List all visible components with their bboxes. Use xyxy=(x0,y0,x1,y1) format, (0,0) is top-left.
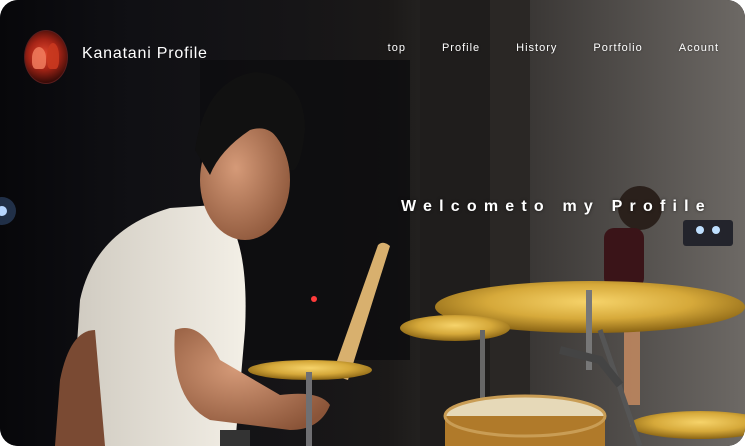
nav-item-profile[interactable]: Profile xyxy=(442,42,480,54)
site-title[interactable]: Kanatani Profile xyxy=(82,45,208,63)
logo-figure-right xyxy=(47,43,59,69)
nav-item-top[interactable]: top xyxy=(388,42,406,54)
hero-headline: Welcometo my Profile xyxy=(401,198,712,215)
nav-item-portfolio[interactable]: Portfolio xyxy=(593,42,642,54)
main-nav: top Profile History Portfolio Acount xyxy=(388,42,719,54)
logo-figure-left xyxy=(32,47,46,69)
page: Kanatani Profile top Profile History Por… xyxy=(0,0,745,446)
site-logo[interactable] xyxy=(24,30,68,84)
nav-item-account[interactable]: Acount xyxy=(679,42,719,54)
nav-item-history[interactable]: History xyxy=(516,42,557,54)
site-header: Kanatani Profile top Profile History Por… xyxy=(0,0,745,110)
